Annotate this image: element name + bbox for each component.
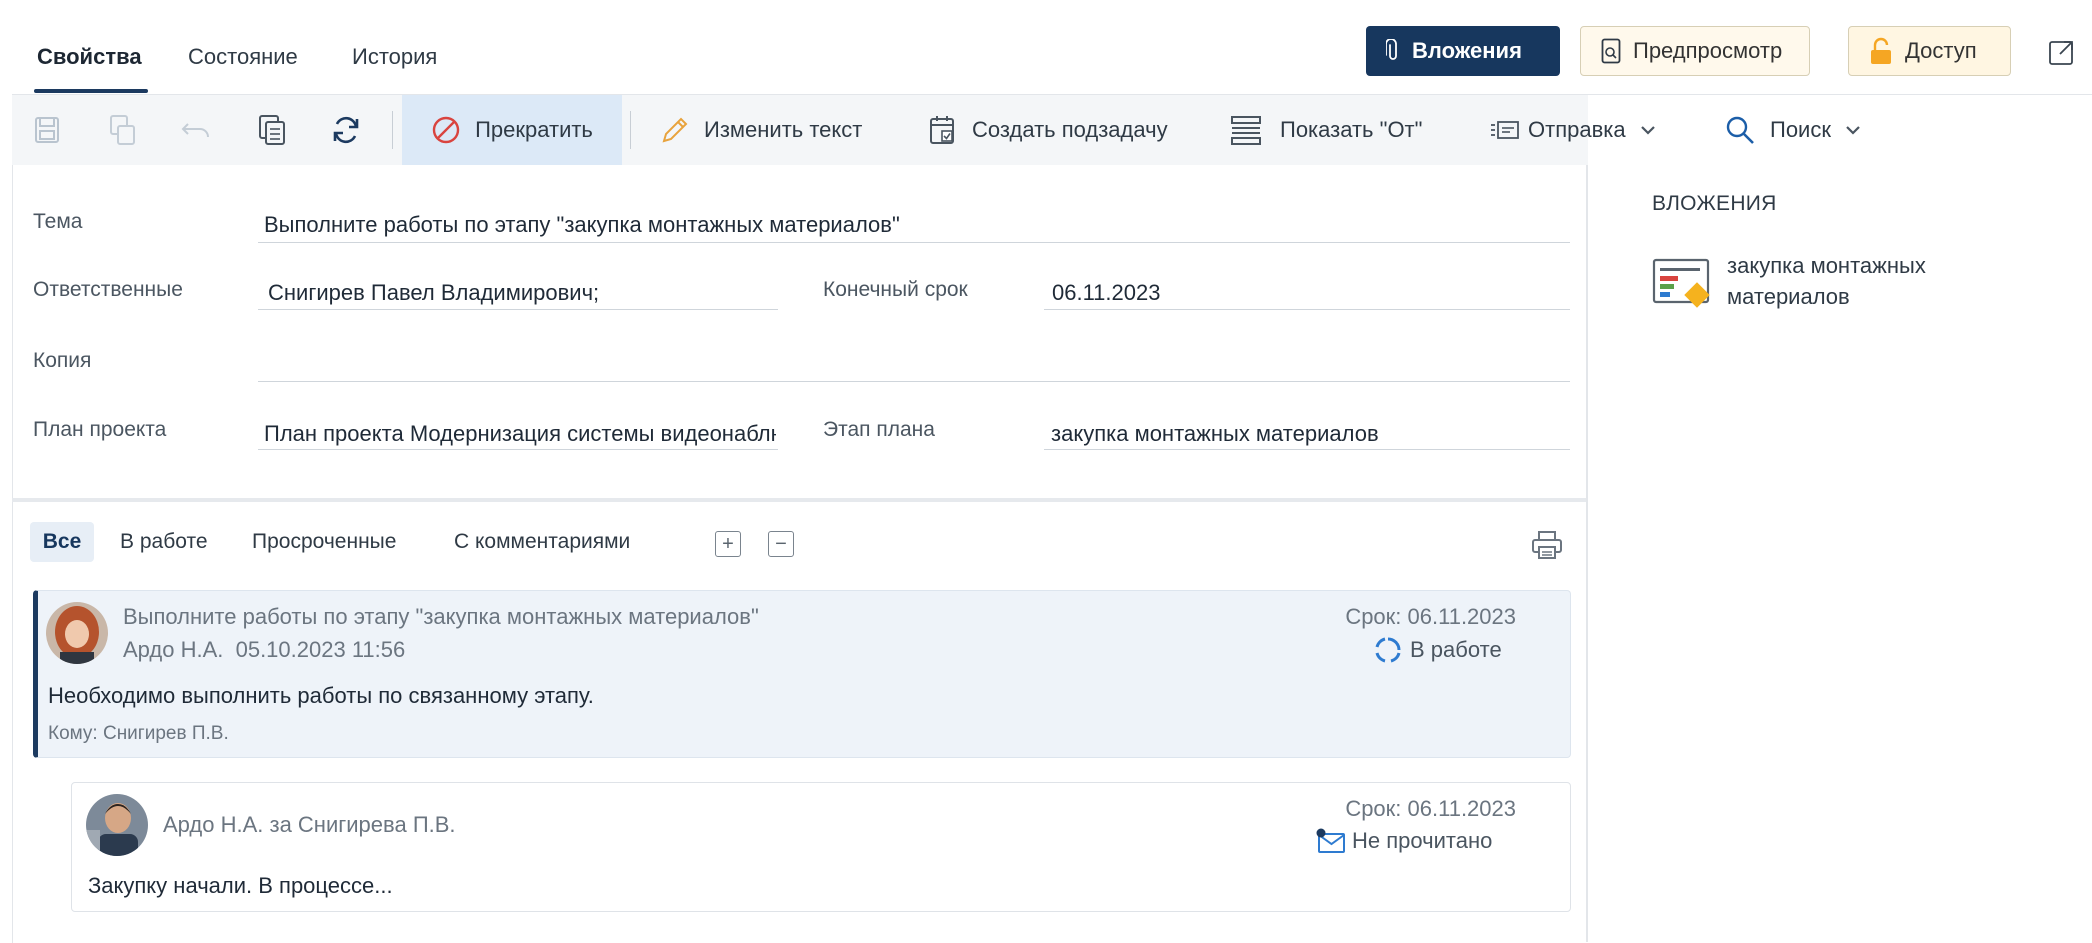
send-icon: [1490, 120, 1520, 140]
show-from-button[interactable]: Показать "От": [1230, 95, 1422, 165]
attachment-icon[interactable]: [1652, 256, 1712, 312]
task-title: Ардо Н.А. за Снигирева П.В.: [163, 812, 456, 837]
send-dropdown[interactable]: Отправка: [1490, 95, 1656, 165]
document-search-icon: [1601, 38, 1621, 64]
project-plan-label: План проекта: [33, 418, 167, 441]
subject-underline: [258, 242, 1570, 243]
stop-icon: [431, 115, 461, 145]
section-divider: [12, 498, 1586, 502]
project-plan-field[interactable]: План проекта Модернизация системы видеон…: [264, 421, 776, 447]
task-body: Необходимо выполнить работы по связанном…: [48, 683, 594, 708]
tab-history[interactable]: История: [352, 44, 437, 70]
task-status-label: В работе: [1410, 637, 1502, 662]
toolbar-separator: [392, 111, 393, 149]
chevron-down-icon: [1845, 124, 1861, 136]
preview-button[interactable]: Предпросмотр: [1580, 26, 1810, 76]
create-subtask-label: Создать подзадачу: [972, 117, 1168, 142]
filter-with-comments[interactable]: С комментариями: [454, 530, 630, 554]
attachment-link[interactable]: закупка монтажных материалов: [1727, 250, 2017, 312]
show-from-label: Показать "От": [1280, 117, 1423, 142]
plan-stage-label: Этап плана: [823, 418, 935, 441]
task-due: Срок: 06.11.2023: [1345, 796, 1516, 821]
search-label: Поиск: [1770, 117, 1831, 142]
copy-label: Копия: [33, 349, 92, 372]
deadline-label: Конечный срок: [823, 278, 968, 301]
expand-all-icon[interactable]: +: [715, 531, 741, 557]
edit-text-button[interactable]: Изменить текст: [660, 95, 862, 165]
responsible-label: Ответственные: [33, 278, 183, 301]
avatar: [86, 794, 148, 856]
active-tab-indicator: [34, 89, 148, 93]
plan-stage-underline: [1044, 449, 1570, 450]
stop-button[interactable]: Прекратить: [402, 95, 622, 165]
task-title: Выполните работы по этапу "закупка монта…: [123, 604, 759, 629]
lock-icon: [1869, 37, 1893, 65]
open-external-icon[interactable]: [2048, 38, 2076, 66]
collapse-all-icon[interactable]: −: [768, 531, 794, 557]
task-due: Срок: 06.11.2023: [1345, 604, 1516, 629]
copy-underline: [258, 381, 1570, 382]
tab-properties[interactable]: Свойства: [37, 44, 142, 70]
project-plan-underline: [258, 449, 778, 450]
deadline-underline: [1044, 309, 1570, 310]
copy-icon[interactable]: [258, 114, 286, 146]
refresh-icon[interactable]: [330, 114, 362, 146]
edit-text-label: Изменить текст: [704, 117, 863, 142]
sidebar-title: ВЛОЖЕНИЯ: [1652, 192, 1777, 215]
subject-label: Тема: [33, 210, 83, 233]
task-recipient: Кому: Снигирев П.В.: [48, 723, 229, 744]
toolbar-separator: [630, 111, 631, 149]
calendar-task-icon: [928, 114, 958, 146]
sidebar-divider: [1586, 165, 1588, 942]
filter-all[interactable]: Все: [30, 522, 94, 562]
in-progress-icon: [1374, 636, 1402, 664]
create-subtask-button[interactable]: Создать подзадачу: [928, 95, 1168, 165]
list-layout-icon: [1230, 114, 1262, 146]
print-icon[interactable]: [1531, 530, 1563, 560]
send-label: Отправка: [1528, 117, 1626, 142]
stop-label: Прекратить: [475, 117, 593, 142]
chevron-down-icon: [1640, 124, 1656, 136]
responsible-field[interactable]: Снигирев Павел Владимирович;: [268, 280, 774, 306]
filter-in-progress[interactable]: В работе: [120, 530, 208, 554]
task-meta: Ардо Н.А. 05.10.2023 11:56: [123, 637, 406, 662]
responsible-underline: [258, 309, 778, 310]
unread-mail-icon: [1316, 828, 1346, 854]
access-label: Доступ: [1905, 38, 1977, 63]
search-icon: [1724, 114, 1756, 146]
task-status: В работе: [1374, 636, 1502, 664]
access-button[interactable]: Доступ: [1848, 26, 2011, 76]
save-icon[interactable]: [34, 116, 60, 144]
plan-stage-field[interactable]: закупка монтажных материалов: [1051, 421, 1561, 447]
undo-icon[interactable]: [180, 118, 212, 142]
save-and-close-icon[interactable]: [108, 114, 138, 146]
task-status: Не прочитано: [1316, 828, 1492, 854]
deadline-field[interactable]: 06.11.2023: [1052, 280, 1552, 306]
task-body: Закупку начали. В процессе...: [88, 873, 393, 898]
filter-overdue[interactable]: Просроченные: [252, 530, 396, 554]
subject-field[interactable]: Выполните работы по этапу "закупка монта…: [264, 212, 1564, 238]
search-dropdown[interactable]: Поиск: [1724, 95, 1861, 165]
avatar: [46, 602, 108, 664]
attachments-label: Вложения: [1412, 38, 1522, 63]
task-status-label: Не прочитано: [1352, 828, 1493, 853]
attachments-button[interactable]: Вложения: [1366, 26, 1560, 76]
preview-label: Предпросмотр: [1633, 38, 1783, 63]
paperclip-icon: [1386, 39, 1400, 63]
pencil-icon: [660, 115, 690, 145]
tab-state[interactable]: Состояние: [188, 44, 298, 70]
